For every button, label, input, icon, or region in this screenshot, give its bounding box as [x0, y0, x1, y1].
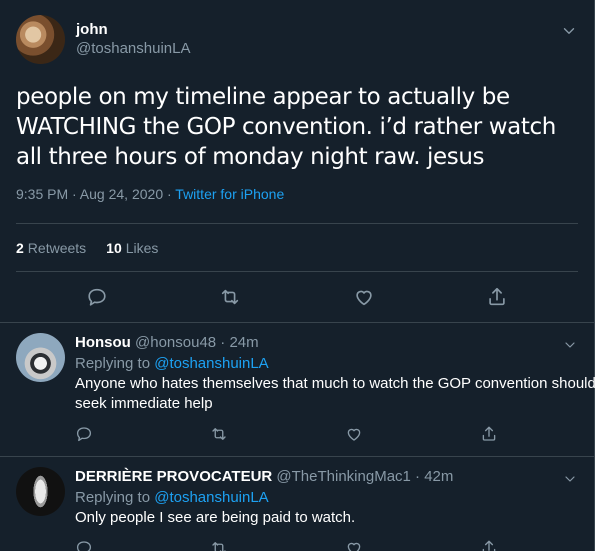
likes-stat[interactable]: 10 Likes	[106, 240, 158, 256]
reply-icon[interactable]	[86, 286, 108, 308]
main-tweet-actions	[16, 272, 578, 322]
replying-to: Replying to @toshanshuinLA	[75, 487, 595, 508]
avatar[interactable]	[16, 333, 65, 382]
replying-label: Replying to	[75, 355, 155, 372]
replying-to: Replying to @toshanshuinLA	[75, 353, 595, 374]
like-icon[interactable]	[345, 539, 363, 551]
reply-tweet[interactable]: DERRIÈRE PROVOCATEUR @TheThinkingMac1 · …	[0, 456, 594, 551]
retweets-stat[interactable]: 2 Retweets	[16, 240, 86, 256]
reply-header: Honsou @honsou48 · 24m	[75, 333, 595, 353]
reply-author-handle[interactable]: @honsou48 · 24m	[135, 334, 259, 351]
author-handle[interactable]: @toshanshuinLA	[76, 39, 190, 58]
main-tweet: john @toshanshuinLA people on my timelin…	[0, 0, 594, 322]
reply-header: DERRIÈRE PROVOCATEUR @TheThinkingMac1 · …	[75, 467, 595, 487]
tweet-timestamp[interactable]: 9:35 PM · Aug 24, 2020 ·	[16, 186, 175, 202]
replying-to-link[interactable]: @toshanshuinLA	[154, 355, 268, 372]
chevron-down-icon[interactable]	[560, 22, 578, 40]
avatar[interactable]	[16, 467, 65, 516]
reply-actions	[75, 416, 595, 456]
reply-body: DERRIÈRE PROVOCATEUR @TheThinkingMac1 · …	[75, 467, 595, 551]
replying-to-link[interactable]: @toshanshuinLA	[154, 489, 268, 506]
retweets-count: 2	[16, 239, 24, 256]
likes-count: 10	[106, 239, 122, 256]
tweet-stats: 2 Retweets 10 Likes	[16, 223, 578, 272]
reply-text: Only people I see are being paid to watc…	[75, 509, 356, 526]
reply-body: Honsou @honsou48 · 24m Replying to @tosh…	[75, 333, 595, 456]
reply-author-handle[interactable]: @TheThinkingMac1 · 42m	[276, 468, 453, 485]
reply-icon[interactable]	[75, 425, 93, 443]
retweet-icon[interactable]	[219, 286, 241, 308]
share-icon[interactable]	[486, 286, 508, 308]
reply-actions	[75, 530, 595, 551]
tweet-thread: john @toshanshuinLA people on my timelin…	[0, 0, 595, 551]
share-icon[interactable]	[480, 539, 498, 551]
reply-author-name[interactable]: DERRIÈRE PROVOCATEUR	[75, 468, 272, 485]
chevron-down-icon[interactable]	[562, 471, 578, 487]
main-tweet-header: john @toshanshuinLA	[16, 14, 578, 64]
likes-label: Likes	[125, 239, 159, 256]
retweet-icon[interactable]	[210, 539, 228, 551]
tweet-text: people on my timeline appear to actually…	[16, 84, 556, 170]
replying-label: Replying to	[75, 489, 155, 506]
like-icon[interactable]	[353, 286, 375, 308]
reply-tweet[interactable]: Honsou @honsou48 · 24m Replying to @tosh…	[0, 322, 595, 456]
like-icon[interactable]	[345, 425, 363, 443]
reply-author-name[interactable]: Honsou	[75, 334, 131, 351]
author-block: john @toshanshuinLA	[76, 20, 190, 58]
reply-text: Anyone who hates themselves that much to…	[75, 375, 595, 412]
tweet-meta: 9:35 PM · Aug 24, 2020 · Twitter for iPh…	[16, 186, 578, 206]
retweets-label: Retweets	[27, 239, 87, 256]
share-icon[interactable]	[480, 425, 498, 443]
author-name[interactable]: john	[76, 20, 190, 39]
tweet-source[interactable]: Twitter for iPhone	[175, 186, 284, 202]
avatar[interactable]	[16, 14, 65, 64]
retweet-icon[interactable]	[210, 425, 228, 443]
chevron-down-icon[interactable]	[562, 337, 578, 353]
reply-icon[interactable]	[75, 539, 93, 551]
